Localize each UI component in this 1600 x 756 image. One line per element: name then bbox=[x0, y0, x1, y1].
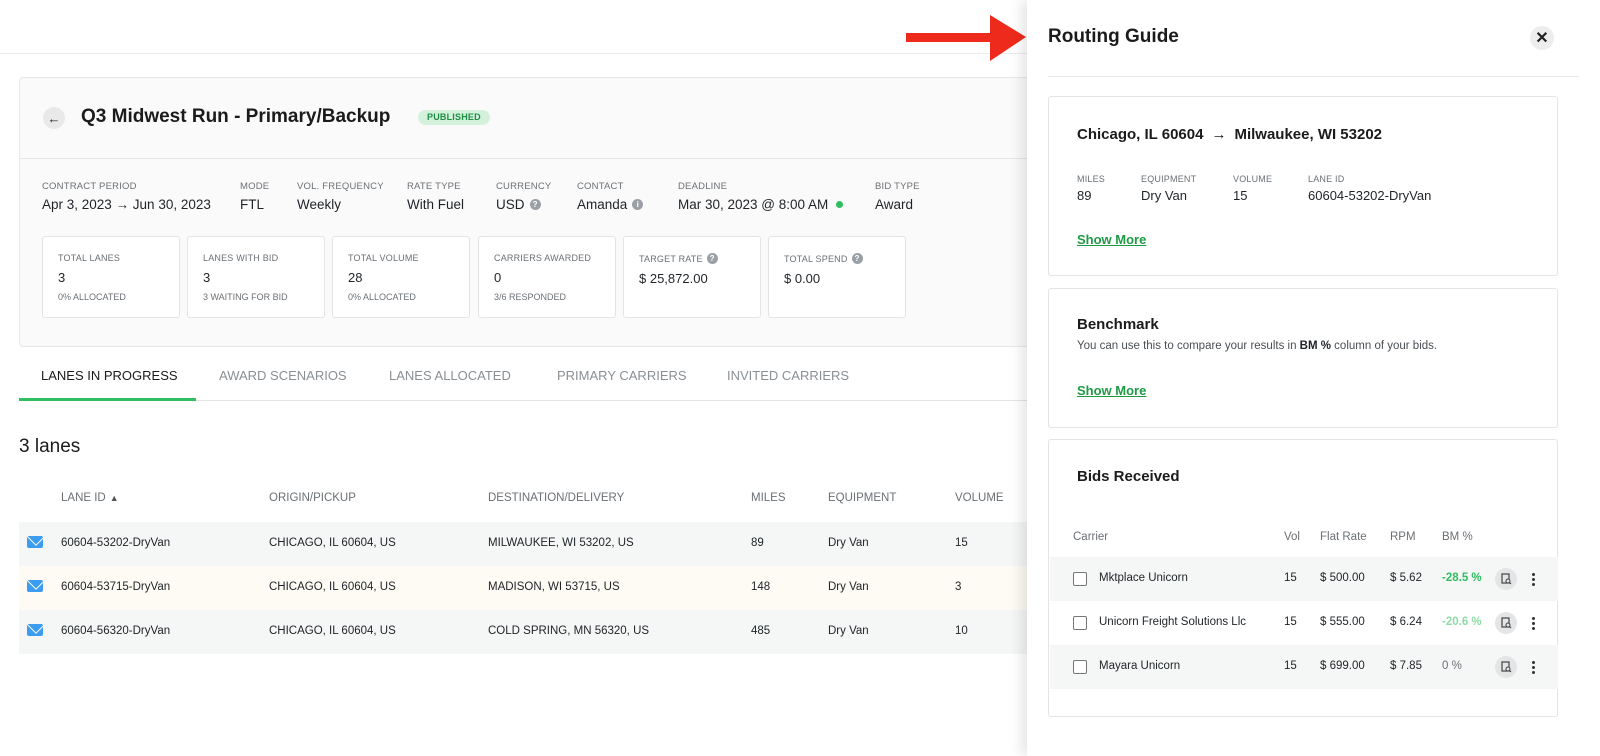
stat-lanes-with-bid: LANES WITH BID 3 3 WAITING FOR BID bbox=[187, 236, 325, 318]
carrier-name: Mktplace Unicorn bbox=[1099, 572, 1188, 584]
tab-lanes-allocated[interactable]: LANES ALLOCATED bbox=[389, 368, 511, 383]
bid-summary-card: ← Q3 Midwest Run - Primary/Backup PUBLIS… bbox=[19, 77, 1059, 347]
stat-total-spend: TOTAL SPEND? $ 0.00 bbox=[768, 236, 906, 318]
arrow-right-icon: → bbox=[1211, 126, 1227, 143]
tab-primary-carriers[interactable]: PRIMARY CARRIERS bbox=[557, 368, 687, 383]
info-contact: CONTACT Amanda i bbox=[577, 181, 644, 212]
column-flat-rate: Flat Rate bbox=[1320, 531, 1367, 543]
active-tab-indicator bbox=[19, 398, 196, 401]
info-bid-type: BID TYPE Award bbox=[875, 181, 920, 212]
benchmark-title: Benchmark bbox=[1077, 316, 1159, 333]
annotation-arrow-icon bbox=[906, 15, 1026, 61]
document-search-icon bbox=[1500, 661, 1511, 673]
document-search-icon bbox=[1500, 617, 1511, 629]
stat-total-volume: TOTAL VOLUME 28 0% ALLOCATED bbox=[332, 236, 470, 318]
benchmark-panel: Benchmark You can use this to compare yo… bbox=[1048, 288, 1558, 428]
benchmark-description: You can use this to compare your results… bbox=[1077, 340, 1438, 352]
page-title: Q3 Midwest Run - Primary/Backup bbox=[81, 106, 391, 127]
bm-percent: 0 % bbox=[1442, 660, 1462, 672]
stat-carriers-awarded: CARRIERS AWARDED 0 3/6 RESPONDED bbox=[478, 236, 616, 318]
lane-origin: Chicago, IL 60604 bbox=[1077, 126, 1204, 143]
column-origin: ORIGIN/PICKUP bbox=[269, 492, 356, 504]
stat-target-rate: TARGET RATE? $ 25,872.00 bbox=[623, 236, 761, 318]
tab-bar: LANES IN PROGRESS AWARD SCENARIOS LANES … bbox=[19, 360, 1059, 401]
carrier-name: Unicorn Freight Solutions Llc bbox=[1099, 616, 1247, 628]
info-mode: MODE FTL bbox=[240, 181, 270, 212]
document-search-icon bbox=[1500, 573, 1511, 585]
column-bm: BM % bbox=[1442, 531, 1473, 543]
stat-total-lanes: TOTAL LANES 3 0% ALLOCATED bbox=[42, 236, 180, 318]
bids-received-panel: Bids Received Carrier Vol Flat Rate RPM … bbox=[1048, 439, 1558, 717]
mail-icon[interactable] bbox=[27, 624, 43, 636]
lane-details-panel: Chicago, IL 60604 → Milwaukee, WI 53202 … bbox=[1048, 96, 1558, 276]
tab-lanes-in-progress[interactable]: LANES IN PROGRESS bbox=[41, 368, 178, 383]
help-icon[interactable]: ? bbox=[851, 253, 863, 264]
mail-icon[interactable] bbox=[27, 580, 43, 592]
column-carrier: Carrier bbox=[1073, 531, 1109, 543]
info-icon[interactable]: i bbox=[632, 199, 644, 210]
info-currency: CURRENCY USD? bbox=[496, 181, 552, 212]
back-button[interactable]: ← bbox=[43, 107, 65, 129]
carrier-name: Mayara Unicorn bbox=[1099, 660, 1181, 672]
bids-title: Bids Received bbox=[1077, 468, 1180, 485]
bid-checkbox[interactable] bbox=[1073, 660, 1087, 674]
column-rpm: RPM bbox=[1390, 531, 1416, 543]
detail-volume: VOLUME 15 bbox=[1233, 174, 1273, 203]
bid-row: Unicorn Freight Solutions Llc 15 $ 555.0… bbox=[1050, 601, 1558, 645]
table-row[interactable]: 60604-56320-DryVan CHICAGO, IL 60604, US… bbox=[19, 610, 1059, 654]
sort-ascending-icon[interactable]: ▲ bbox=[110, 493, 119, 503]
lane-show-more-link[interactable]: Show More bbox=[1077, 232, 1146, 247]
arrow-left-icon: ← bbox=[47, 110, 61, 126]
lanes-table-header: LANE ID ▲ ORIGIN/PICKUP DESTINATION/DELIV… bbox=[19, 492, 1059, 512]
info-rate-type: RATE TYPE With Fuel bbox=[407, 181, 465, 212]
info-vol-frequency: VOL. FREQUENCY Weekly bbox=[297, 181, 384, 212]
column-lane-id[interactable]: LANE ID ▲ bbox=[61, 492, 119, 504]
detail-equipment: EQUIPMENT Dry Van bbox=[1141, 174, 1197, 203]
more-options-icon[interactable] bbox=[1527, 612, 1539, 634]
more-options-icon[interactable] bbox=[1527, 656, 1539, 678]
column-destination: DESTINATION/DELIVERY bbox=[488, 492, 625, 504]
tab-invited-carriers[interactable]: INVITED CARRIERS bbox=[727, 368, 849, 383]
table-row[interactable]: 60604-53202-DryVan CHICAGO, IL 60604, US… bbox=[19, 522, 1059, 566]
more-options-icon[interactable] bbox=[1527, 568, 1539, 590]
routing-guide-drawer: Routing Guide ✕ Chicago, IL 60604 → Milw… bbox=[1027, 0, 1600, 756]
lane-route: Chicago, IL 60604 → Milwaukee, WI 53202 bbox=[1077, 126, 1382, 143]
table-row[interactable]: 60604-53715-DryVan CHICAGO, IL 60604, US… bbox=[19, 566, 1059, 610]
divider bbox=[20, 158, 1058, 159]
column-volume: VOLUME bbox=[955, 492, 1004, 504]
status-badge: PUBLISHED bbox=[418, 110, 490, 125]
info-contract-period: CONTRACT PERIOD Apr 3, 2023 → Jun 30, 20… bbox=[42, 181, 211, 212]
mail-icon[interactable] bbox=[27, 536, 43, 548]
close-button[interactable]: ✕ bbox=[1530, 26, 1554, 50]
bid-checkbox[interactable] bbox=[1073, 572, 1087, 586]
info-deadline: DEADLINE Mar 30, 2023 @ 8:00 AM bbox=[678, 181, 844, 212]
bid-row: Mktplace Unicorn 15 $ 500.00 $ 5.62 -28.… bbox=[1050, 557, 1558, 601]
bid-row: Mayara Unicorn 15 $ 699.00 $ 7.85 0 % bbox=[1050, 645, 1558, 689]
lane-destination: Milwaukee, WI 53202 bbox=[1234, 126, 1383, 143]
column-miles: MILES bbox=[751, 492, 786, 504]
drawer-title: Routing Guide bbox=[1048, 26, 1179, 47]
detail-lane-id: LANE ID 60604-53202-DryVan bbox=[1308, 174, 1432, 203]
active-status-dot bbox=[836, 201, 844, 208]
close-icon: ✕ bbox=[1535, 30, 1549, 47]
view-bid-button[interactable] bbox=[1495, 656, 1517, 678]
column-equipment: EQUIPMENT bbox=[828, 492, 897, 504]
view-bid-button[interactable] bbox=[1495, 568, 1517, 590]
tab-award-scenarios[interactable]: AWARD SCENARIOS bbox=[219, 368, 347, 383]
bm-percent: -28.5 % bbox=[1442, 572, 1482, 584]
divider bbox=[1048, 76, 1579, 77]
view-bid-button[interactable] bbox=[1495, 612, 1517, 634]
help-icon[interactable]: ? bbox=[529, 199, 541, 210]
benchmark-show-more-link[interactable]: Show More bbox=[1077, 383, 1146, 398]
help-icon[interactable]: ? bbox=[706, 253, 718, 264]
detail-miles: MILES 89 bbox=[1077, 174, 1106, 203]
bid-checkbox[interactable] bbox=[1073, 616, 1087, 630]
bm-percent: -20.6 % bbox=[1442, 616, 1482, 628]
lanes-count: 3 lanes bbox=[19, 436, 81, 457]
column-vol: Vol bbox=[1284, 531, 1300, 543]
